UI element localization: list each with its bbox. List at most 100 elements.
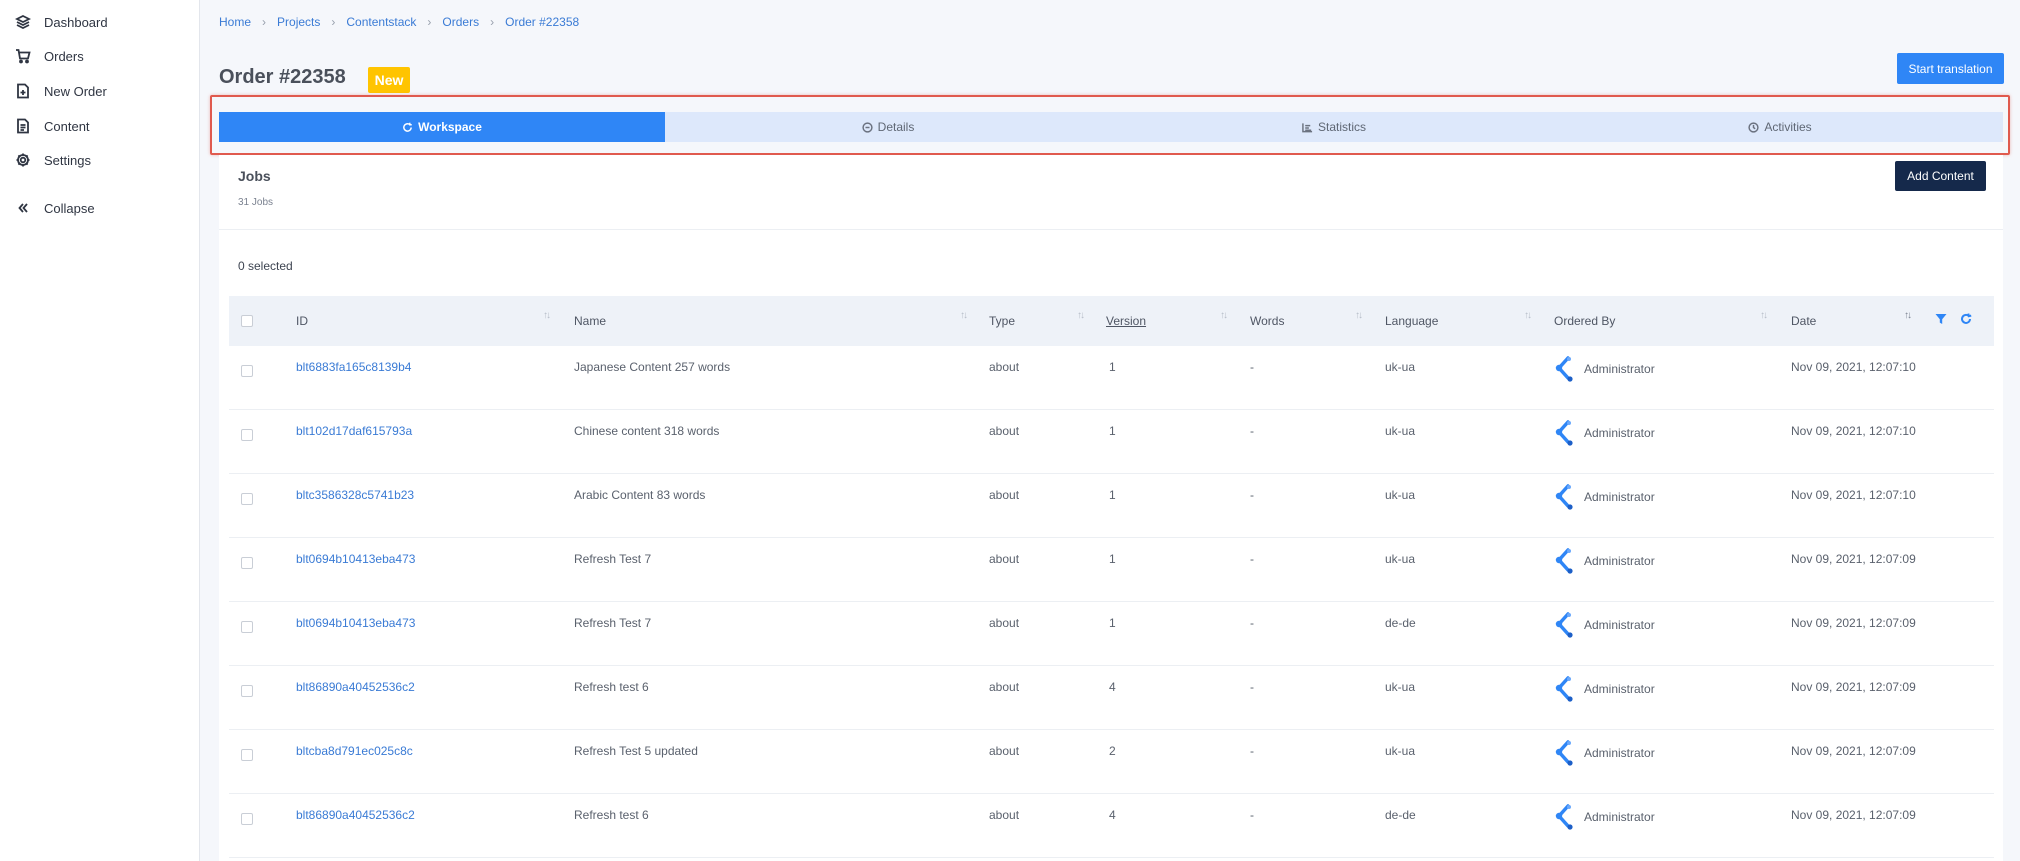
ordered-by-name: Administrator — [1584, 682, 1655, 696]
sidebar-collapse-button[interactable]: Collapse — [14, 196, 95, 220]
info-icon — [862, 121, 873, 133]
ordered-by-name: Administrator — [1584, 618, 1655, 632]
cell-words: - — [1250, 744, 1254, 758]
column-header-type[interactable]: Type — [989, 296, 1015, 346]
share-logo-icon — [1555, 676, 1573, 702]
cell-language: uk-ua — [1385, 488, 1416, 502]
sidebar-item-dashboard[interactable]: Dashboard — [14, 10, 108, 34]
sort-icon[interactable]: ↑↓ — [1220, 310, 1228, 321]
select-all-checkbox[interactable] — [241, 315, 253, 327]
table-row: blt0694b10413eba473 Refresh Test 7 about 1 -… — [229, 602, 1994, 666]
double-chevron-left-icon — [14, 199, 32, 217]
sidebar-item-new-order[interactable]: New Order — [14, 79, 107, 103]
column-header-name[interactable]: Name — [574, 296, 606, 346]
sidebar-item-label: Settings — [44, 152, 91, 168]
row-checkbox[interactable] — [241, 813, 253, 825]
cell-id[interactable]: blt6883fa165c8139b4 — [296, 360, 411, 374]
column-header-ordered-by[interactable]: Ordered By — [1554, 296, 1615, 346]
row-checkbox[interactable] — [241, 557, 253, 569]
row-checkbox[interactable] — [241, 429, 253, 441]
cell-date: Nov 09, 2021, 12:07:10 — [1791, 424, 1916, 438]
cell-language: uk-ua — [1385, 680, 1416, 694]
gear-icon — [14, 151, 32, 169]
row-checkbox[interactable] — [241, 749, 253, 761]
cell-id[interactable]: blt102d17daf615793a — [296, 424, 412, 438]
sidebar-item-label: Dashboard — [44, 14, 108, 30]
breadcrumb-orders[interactable]: Orders — [442, 15, 479, 29]
share-logo-icon — [1555, 484, 1573, 510]
start-translation-button[interactable]: Start translation — [1897, 53, 2004, 84]
cell-date: Nov 09, 2021, 12:07:09 — [1791, 808, 1916, 822]
ordered-by-name: Administrator — [1584, 490, 1655, 504]
divider — [219, 229, 2003, 230]
sort-icon[interactable]: ↑↓ — [543, 310, 551, 321]
tab-activities[interactable]: Activities — [1557, 112, 2003, 142]
cell-id[interactable]: bltc3586328c5741b23 — [296, 488, 414, 502]
cell-words: - — [1250, 616, 1254, 630]
column-header-id[interactable]: ID — [296, 296, 308, 346]
cell-type: about — [989, 744, 1020, 758]
cell-id[interactable]: blt86890a40452536c2 — [296, 808, 415, 822]
jobs-card: Jobs 31 Jobs Add Content 0 selected ID ↑… — [219, 155, 2003, 861]
status-badge: New — [368, 67, 410, 93]
breadcrumb-projects[interactable]: Projects — [277, 15, 320, 29]
add-content-button[interactable]: Add Content — [1895, 161, 1986, 191]
cell-ordered-by: Administrator — [1554, 740, 1655, 766]
cell-words: - — [1250, 360, 1254, 374]
table-row: blt0694b10413eba473 Refresh Test 7 about 1 -… — [229, 538, 1994, 602]
share-logo-icon — [1555, 612, 1573, 638]
breadcrumb-separator-icon: › — [490, 15, 495, 29]
main-area: Home › Projects › Contentstack › Orders … — [200, 0, 2020, 861]
cell-language: de-de — [1385, 808, 1416, 822]
sort-desc-icon[interactable]: ↑↓ — [1904, 310, 1912, 321]
column-header-date[interactable]: Date — [1791, 296, 1816, 346]
row-checkbox[interactable] — [241, 493, 253, 505]
sort-icon[interactable]: ↑↓ — [1355, 310, 1363, 321]
ordered-by-name: Administrator — [1584, 426, 1655, 440]
cell-type: about — [989, 680, 1020, 694]
tab-statistics[interactable]: Statistics — [1111, 112, 1557, 142]
cell-version: 2 — [1109, 744, 1116, 758]
sidebar-item-orders[interactable]: Orders — [14, 44, 84, 68]
column-header-version[interactable]: Version — [1106, 296, 1146, 346]
sort-icon[interactable]: ↑↓ — [1077, 310, 1085, 321]
sort-icon[interactable]: ↑↓ — [960, 310, 968, 321]
sidebar-item-settings[interactable]: Settings — [14, 148, 91, 172]
cell-language: uk-ua — [1385, 360, 1416, 374]
cell-id[interactable]: bltcba8d791ec025c8c — [296, 744, 413, 758]
cell-words: - — [1250, 808, 1254, 822]
filter-icon[interactable] — [1935, 312, 1947, 330]
sidebar-item-content[interactable]: Content — [14, 114, 90, 138]
breadcrumb-contentstack[interactable]: Contentstack — [346, 15, 416, 29]
sort-icon[interactable]: ↑↓ — [1524, 310, 1532, 321]
cell-language: uk-ua — [1385, 552, 1416, 566]
layers-icon — [14, 13, 32, 31]
cell-id[interactable]: blt86890a40452536c2 — [296, 680, 415, 694]
row-checkbox[interactable] — [241, 685, 253, 697]
row-checkbox[interactable] — [241, 621, 253, 633]
collapse-label: Collapse — [44, 200, 95, 216]
table-row: blt86890a40452536c2 Refresh test 6 about 4 -… — [229, 666, 1994, 730]
cell-id[interactable]: blt0694b10413eba473 — [296, 616, 415, 630]
tab-details[interactable]: Details — [665, 112, 1111, 142]
cell-date: Nov 09, 2021, 12:07:09 — [1791, 616, 1916, 630]
chart-icon — [1302, 122, 1313, 133]
tab-workspace[interactable]: Workspace — [219, 112, 665, 142]
row-checkbox[interactable] — [241, 365, 253, 377]
cart-icon — [14, 47, 32, 65]
clock-icon — [1748, 121, 1759, 133]
cell-name: Arabic Content 83 words — [574, 488, 706, 502]
table-row: bltcba8d791ec025c8c Refresh Test 5 update… — [229, 730, 1994, 794]
share-logo-icon — [1555, 356, 1573, 382]
cell-ordered-by: Administrator — [1554, 804, 1655, 830]
sidebar-item-label: New Order — [44, 83, 107, 99]
breadcrumb-current-order[interactable]: Order #22358 — [505, 15, 579, 29]
cell-date: Nov 09, 2021, 12:07:09 — [1791, 680, 1916, 694]
refresh-table-icon[interactable] — [1960, 312, 1972, 330]
cell-id[interactable]: blt0694b10413eba473 — [296, 552, 415, 566]
cell-type: about — [989, 808, 1020, 822]
column-header-language[interactable]: Language — [1385, 296, 1438, 346]
breadcrumb-home[interactable]: Home — [219, 15, 251, 29]
sort-icon[interactable]: ↑↓ — [1760, 310, 1768, 321]
column-header-words[interactable]: Words — [1250, 296, 1284, 346]
